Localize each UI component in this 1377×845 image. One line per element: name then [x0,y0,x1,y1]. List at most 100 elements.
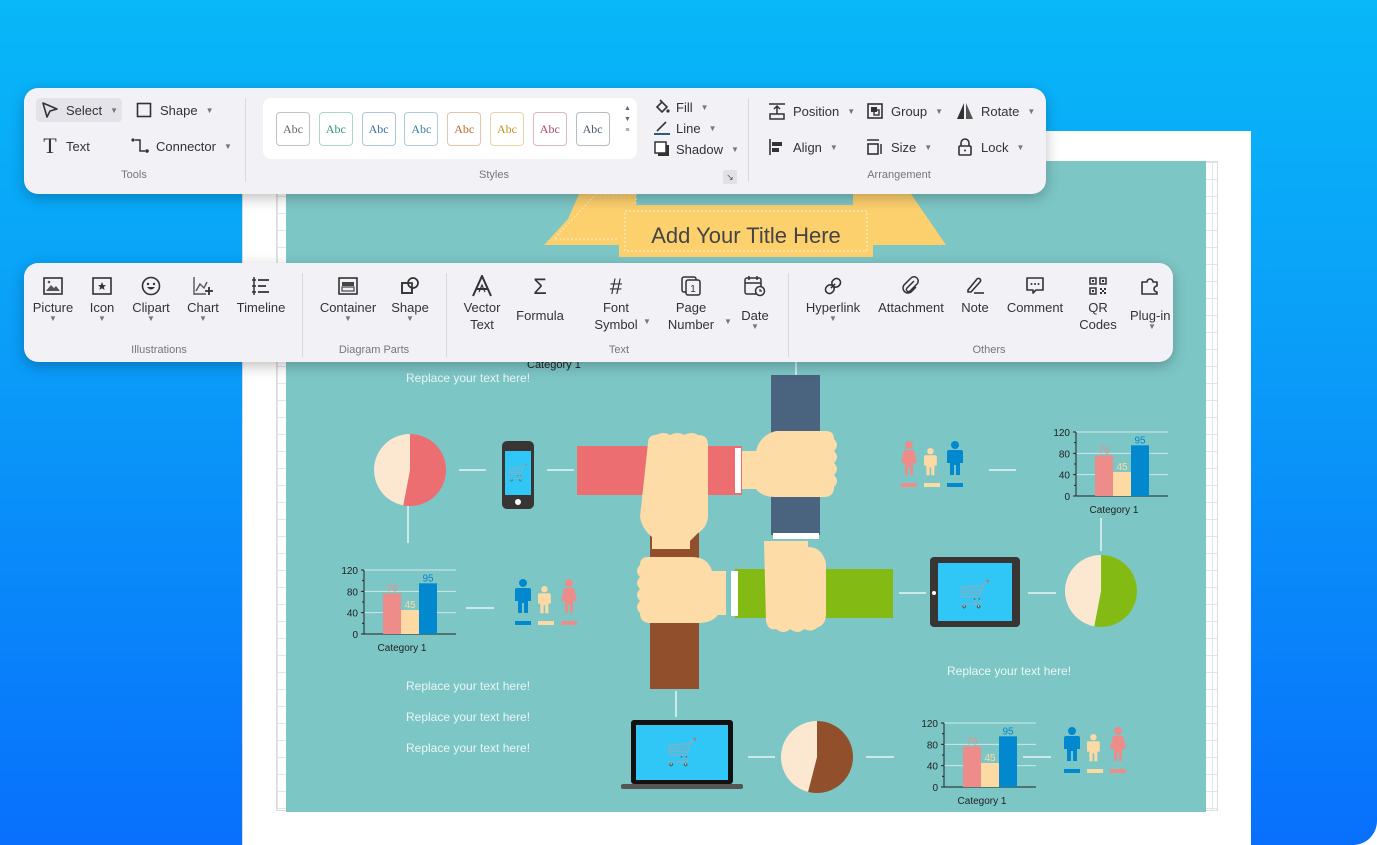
font-symbol-label-2: Symbol [594,317,638,332]
fill-button[interactable]: Fill ▼ [654,97,709,117]
hyperlink-button[interactable]: Hyperlink ▼ [802,273,864,323]
chevron-down-icon: ▼ [406,314,414,323]
lock-button[interactable]: Lock ▼ [955,137,1024,157]
style-swatch[interactable]: Abc [318,112,353,146]
y-tick-label: 0 [1064,492,1070,503]
select-label: Select [66,102,103,118]
woman-figure [561,579,577,613]
chevron-down-icon[interactable]: ▼ [643,317,651,326]
style-swatch[interactable]: Abc [532,112,567,146]
formula-button[interactable]: Σ Formula [514,273,566,324]
clipart-button[interactable]: Clipart ▼ [129,273,173,323]
container-button[interactable]: Container ▼ [317,273,379,323]
date-button[interactable]: Date ▼ [738,273,772,331]
bar [981,763,999,787]
text-tool-button[interactable]: T Text [40,133,90,158]
comment-label: Comment [1006,300,1064,315]
legend-bar [515,621,531,625]
styles-group-label: Styles [479,169,509,181]
bar-value-label: 45 [1116,462,1128,473]
chart-button[interactable]: Chart ▼ [184,273,222,323]
arrangement-group-label: Arrangement [867,169,931,181]
scroll-up-icon[interactable]: ▲ [624,103,631,114]
expand-gallery-icon[interactable]: ≡ [624,125,631,136]
man-figure [538,586,551,614]
infographic-canvas[interactable]: 🛒 🛒 🛒 0 40 80 120 76 45 95 Category 1 0 40 80 120 76… [286,161,1206,812]
smartphone-cart-icon: 🛒 [502,441,534,509]
vector-text-button[interactable]: Vector Text [458,273,506,333]
woman-figure [901,441,917,475]
qr-label-1: QR [1088,300,1108,315]
connector-icon [130,136,150,156]
select-tool-button[interactable]: Select ▼ [36,98,123,122]
style-swatch[interactable]: Abc [404,112,439,146]
bar-chart: 0 40 80 120 76 45 95 Category 1 [341,566,456,654]
man-figure [924,448,937,476]
size-icon [865,137,885,157]
chevron-down-icon[interactable]: ▼ [724,317,732,326]
shadow-button[interactable]: Shadow ▼ [654,139,739,159]
placeholder-text-4[interactable]: Replace your text here! [406,741,530,755]
diagram-parts-group-label: Diagram Parts [338,344,410,356]
chevron-down-icon: ▼ [49,314,57,323]
placeholder-text-1[interactable]: Replace your text here! [406,371,530,385]
legend-bar [538,621,554,625]
paperclip-icon [901,273,921,299]
page-number-button[interactable]: 1 Page Number [662,273,720,333]
rotate-button[interactable]: Rotate ▼ [955,101,1035,121]
chevron-down-icon: ▼ [1027,106,1036,116]
y-tick-label: 80 [1059,449,1071,460]
pie-chart [1065,555,1137,627]
divider [302,273,303,357]
bar [419,583,437,634]
legend-bar [1110,769,1126,773]
shape-tool-button[interactable]: Shape ▼ [134,100,214,120]
flip-triangle-icon [955,101,975,121]
align-left-icon [767,137,787,157]
vector-text-label-1: Vector [463,300,501,315]
divider [245,98,246,182]
attachment-button[interactable]: Attachment [874,273,948,316]
placeholder-text-3[interactable]: Replace your text here! [406,710,530,724]
style-swatch[interactable]: Abc [490,112,524,146]
tablet-cart-icon: 🛒 [930,557,1020,627]
connector-tool-button[interactable]: Connector ▼ [130,136,232,156]
position-label: Position [793,103,840,119]
shape-insert-button[interactable]: Shape ▼ [388,273,432,323]
line-button[interactable]: Line ▼ [654,118,717,138]
infographic-title[interactable]: Add Your Title Here [621,223,871,249]
placeholder-text-2[interactable]: Replace your text here! [406,679,530,693]
note-button[interactable]: Note [956,273,994,316]
styles-dialog-launcher-icon[interactable]: ↘ [723,170,737,184]
position-button[interactable]: Position ▼ [767,101,855,121]
category-label: Category 1 [958,796,1007,807]
style-swatch[interactable]: Abc [276,112,310,146]
group-button[interactable]: Group ▼ [865,101,943,121]
align-button[interactable]: Align ▼ [767,137,838,157]
pie-chart [780,721,853,793]
placeholder-text-5[interactable]: Replace your text here! [947,664,1071,678]
icon-button[interactable]: Icon ▼ [86,273,118,323]
scroll-down-icon[interactable]: ▼ [624,114,631,125]
y-tick-label: 40 [1059,471,1071,482]
style-swatch[interactable]: Abc [575,112,610,146]
size-button[interactable]: Size ▼ [865,137,932,157]
chevron-down-icon: ▼ [147,314,155,323]
font-symbol-label-1: Font [602,300,629,315]
style-swatch[interactable]: Abc [447,112,482,146]
legend-bar [1064,769,1080,773]
bar [1131,445,1149,496]
gallery-scroll[interactable]: ▲ ▼ ≡ [624,103,631,136]
plugin-button[interactable]: Plug-in ▼ [1130,273,1173,330]
y-tick-label: 0 [352,630,358,641]
legend-bar [947,483,963,487]
pie-slice [1065,555,1101,627]
timeline-button[interactable]: Timeline [233,273,289,316]
y-tick-label: 80 [347,587,359,598]
font-symbol-button[interactable]: # Font Symbol [584,273,648,333]
style-swatch[interactable]: Abc [361,112,396,146]
qr-codes-button[interactable]: QR Codes [1078,273,1118,333]
chevron-down-icon: ▼ [708,123,717,133]
picture-button[interactable]: Picture ▼ [32,273,74,323]
comment-button[interactable]: Comment [1004,273,1066,316]
